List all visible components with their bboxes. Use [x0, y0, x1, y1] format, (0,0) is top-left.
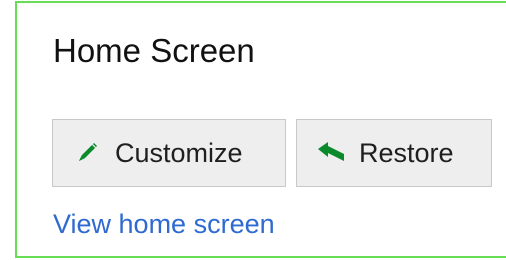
restore-button[interactable]: Restore [296, 119, 492, 187]
view-home-screen-link[interactable]: View home screen [53, 206, 275, 242]
restore-label: Restore [359, 137, 454, 168]
undo-arrow-icon [313, 139, 349, 167]
customize-label: Customize [115, 137, 243, 168]
customize-button[interactable]: Customize [52, 119, 286, 187]
pencil-icon [69, 139, 105, 167]
home-screen-panel: Home Screen Customize Restore View home … [15, 1, 506, 258]
section-title: Home Screen [53, 32, 255, 69]
